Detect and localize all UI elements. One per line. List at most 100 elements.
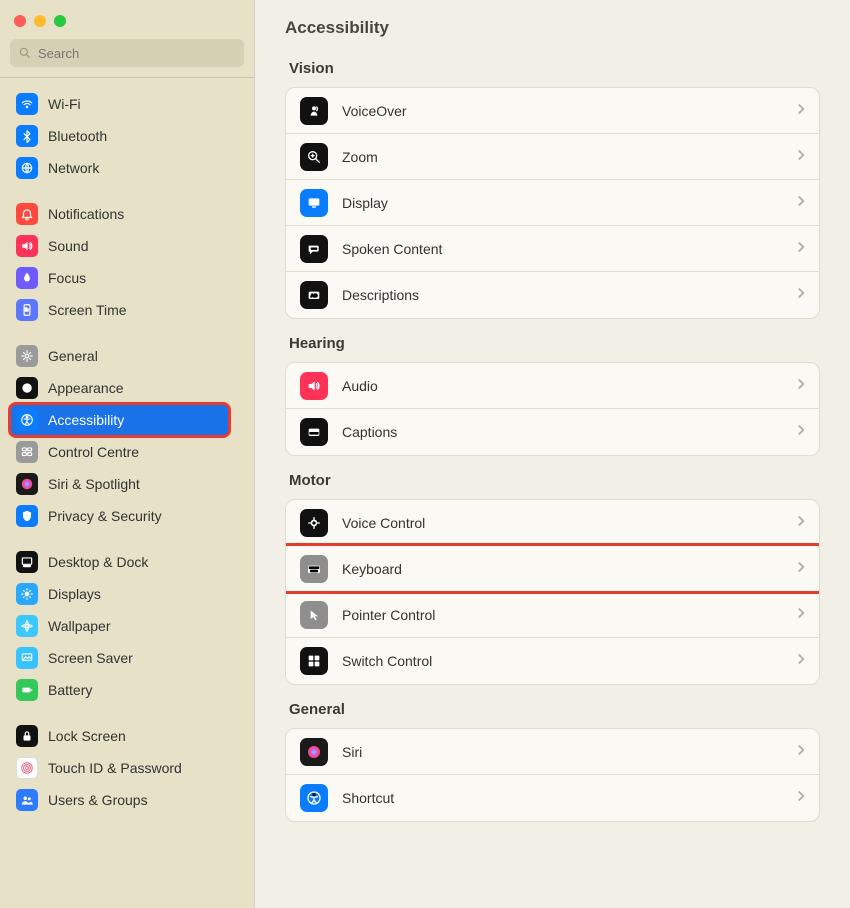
row-label: Spoken Content — [342, 241, 797, 257]
sidebar-item-wallpaper[interactable]: Wallpaper — [10, 610, 229, 642]
row-label: VoiceOver — [342, 103, 797, 119]
sidebar: Wi-Fi Bluetooth Network Notifications Sound F… — [0, 0, 255, 908]
chevron-right-icon — [797, 377, 805, 395]
row-label: Descriptions — [342, 287, 797, 303]
bluetooth-icon — [16, 125, 38, 147]
network-icon — [16, 157, 38, 179]
sidebar-item-screentime[interactable]: Screen Time — [10, 294, 229, 326]
desktop-icon — [16, 551, 38, 573]
maximize-button[interactable] — [54, 15, 66, 27]
row-captions[interactable]: Captions — [286, 409, 819, 455]
panel-motor: Voice Control Keyboard Pointer Control Swit… — [285, 499, 820, 685]
row-label: Switch Control — [342, 653, 797, 669]
sidebar-item-network[interactable]: Network — [10, 152, 229, 184]
row-label: Captions — [342, 424, 797, 440]
sidebar-item-screensaver[interactable]: Screen Saver — [10, 642, 229, 674]
chevron-right-icon — [797, 560, 805, 578]
sidebar-item-label: Wi-Fi — [48, 96, 81, 112]
battery-icon — [16, 679, 38, 701]
sidebar-item-battery[interactable]: Battery — [10, 674, 229, 706]
panel-general: SiriShortcut — [285, 728, 820, 822]
spoken-icon — [300, 235, 328, 263]
sidebar-item-siri[interactable]: Siri & Spotlight — [10, 468, 229, 500]
controlcentre-icon — [16, 441, 38, 463]
row-spoken[interactable]: Spoken Content — [286, 226, 819, 272]
row-label: Audio — [342, 378, 797, 394]
sidebar-item-wifi[interactable]: Wi-Fi — [10, 88, 229, 120]
chevron-right-icon — [797, 240, 805, 258]
sidebar-item-label: Network — [48, 160, 99, 176]
row-descriptions[interactable]: AD Descriptions — [286, 272, 819, 318]
sidebar-item-notifications[interactable]: Notifications — [10, 198, 229, 230]
row-voiceover[interactable]: VoiceOver — [286, 88, 819, 134]
sidebar-item-lockscreen[interactable]: Lock Screen — [10, 720, 229, 752]
sidebar-item-label: Focus — [48, 270, 86, 286]
appearance-icon — [16, 377, 38, 399]
captions-icon — [300, 418, 328, 446]
search-input[interactable] — [38, 46, 236, 61]
privacy-icon — [16, 505, 38, 527]
chevron-right-icon — [797, 194, 805, 212]
sidebar-item-label: Screen Time — [48, 302, 127, 318]
sound-icon — [16, 235, 38, 257]
row-voicecontrol[interactable]: Voice Control — [286, 500, 819, 546]
displays-icon — [16, 583, 38, 605]
sidebar-item-label: Displays — [48, 586, 101, 602]
sidebar-item-appearance[interactable]: Appearance — [10, 372, 229, 404]
chevron-right-icon — [797, 286, 805, 304]
row-shortcut[interactable]: Shortcut — [286, 775, 819, 821]
sidebar-item-controlcentre[interactable]: Control Centre — [10, 436, 229, 468]
sidebar-item-bluetooth[interactable]: Bluetooth — [10, 120, 229, 152]
sidebar-item-focus[interactable]: Focus — [10, 262, 229, 294]
sidebar-item-label: Bluetooth — [48, 128, 107, 144]
sidebar-item-touchid[interactable]: Touch ID & Password — [10, 752, 229, 784]
row-switch[interactable]: Switch Control — [286, 638, 819, 684]
row-label: Pointer Control — [342, 607, 797, 623]
search-field[interactable] — [10, 39, 244, 67]
wallpaper-icon — [16, 615, 38, 637]
accessibility-icon — [16, 409, 38, 431]
row-siri-a11y[interactable]: Siri — [286, 729, 819, 775]
row-audio[interactable]: Audio — [286, 363, 819, 409]
sidebar-item-sound[interactable]: Sound — [10, 230, 229, 262]
sidebar-item-label: Touch ID & Password — [48, 760, 182, 776]
row-label: Voice Control — [342, 515, 797, 531]
sidebar-item-label: Users & Groups — [48, 792, 148, 808]
sidebar-scroll[interactable]: Wi-Fi Bluetooth Network Notifications Sound F… — [0, 77, 254, 908]
section-title-motor: Motor — [289, 472, 820, 489]
voicecontrol-icon — [300, 509, 328, 537]
general-icon — [16, 345, 38, 367]
search-wrap — [0, 39, 254, 77]
sidebar-item-accessibility[interactable]: Accessibility — [10, 404, 229, 436]
sidebar-item-users[interactable]: Users & Groups — [10, 784, 229, 816]
voiceover-icon — [300, 97, 328, 125]
row-zoom[interactable]: Zoom — [286, 134, 819, 180]
minimize-button[interactable] — [34, 15, 46, 27]
descriptions-icon: AD — [300, 281, 328, 309]
keyboard-icon — [300, 555, 328, 583]
close-button[interactable] — [14, 15, 26, 27]
page-title: Accessibility — [285, 18, 820, 38]
sidebar-item-displays[interactable]: Displays — [10, 578, 229, 610]
chevron-right-icon — [797, 606, 805, 624]
row-keyboard[interactable]: Keyboard — [286, 546, 819, 592]
chevron-right-icon — [797, 148, 805, 166]
row-pointer[interactable]: Pointer Control — [286, 592, 819, 638]
wifi-icon — [16, 93, 38, 115]
sidebar-item-general[interactable]: General — [10, 340, 229, 372]
main-content[interactable]: Accessibility VisionVoiceOverZoomDisplay… — [255, 0, 850, 908]
panel-hearing: Audio Captions — [285, 362, 820, 456]
svg-text:AD: AD — [311, 293, 318, 298]
sidebar-item-label: Sound — [48, 238, 88, 254]
lockscreen-icon — [16, 725, 38, 747]
screentime-icon — [16, 299, 38, 321]
sidebar-item-desktop[interactable]: Desktop & Dock — [10, 546, 229, 578]
row-display[interactable]: Display — [286, 180, 819, 226]
screensaver-icon — [16, 647, 38, 669]
sidebar-item-privacy[interactable]: Privacy & Security — [10, 500, 229, 532]
chevron-right-icon — [797, 102, 805, 120]
section-title-hearing: Hearing — [289, 335, 820, 352]
sidebar-item-label: Wallpaper — [48, 618, 111, 634]
users-icon — [16, 789, 38, 811]
zoom-icon — [300, 143, 328, 171]
